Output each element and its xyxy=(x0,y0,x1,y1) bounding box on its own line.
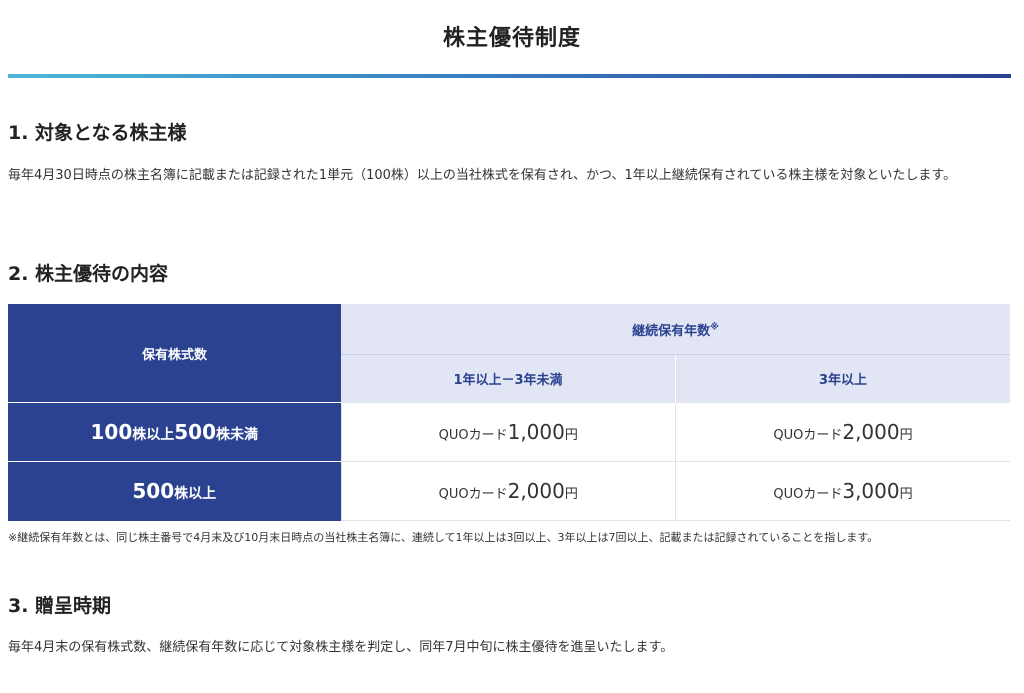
row-label-number: 500 xyxy=(174,420,216,444)
cell-unit: 円 xyxy=(899,427,913,443)
cell-prefix: QUOカード xyxy=(438,427,508,443)
header-holding-years: 継続保有年数※ xyxy=(341,304,1010,356)
table-cell: QUOカード2,000円 xyxy=(340,461,676,521)
table-row: 100株以上500株未満 QUOカード1,000円 QUOカード2,000円 xyxy=(8,402,1010,462)
subheader-3-plus-years: 3年以上 xyxy=(675,354,1010,403)
row-label-unit: 株以上 xyxy=(132,427,175,443)
subheader-1-to-3-years: 1年以上－3年未満 xyxy=(341,354,676,403)
table-row: 500株以上 QUOカード2,000円 QUOカード3,000円 xyxy=(8,461,1010,521)
row-label-100-to-500: 100株以上500株未満 xyxy=(8,402,341,462)
page-title: 株主優待制度 xyxy=(442,26,581,51)
row-label-500-plus: 500株以上 xyxy=(8,461,341,521)
cell-unit: 円 xyxy=(564,427,578,443)
table-header-row: 保有株式数 継続保有年数※ xyxy=(8,304,1010,403)
footnote-mark: ※ xyxy=(710,322,719,333)
section-heading-benefits: 2. 株主優待の内容 xyxy=(8,263,169,285)
eligibility-text: 毎年4月30日時点の株主名簿に記載または記録された1単元（100株）以上の当社株… xyxy=(8,168,957,183)
row-label-number: 500 xyxy=(132,479,175,504)
cell-amount: 3,000 xyxy=(842,479,900,503)
benefit-table: 保有株式数 継続保有年数※ 1年以上－3年未満 3年以上 100株以上500株未… xyxy=(8,304,1010,521)
table-cell: QUOカード1,000円 xyxy=(340,402,676,462)
section-heading-timing: 3. 贈呈時期 xyxy=(8,595,112,617)
footnote: ※継続保有年数とは、同じ株主番号で4月末及び10月末日時点の当社株主名簿に、連続… xyxy=(8,531,879,544)
cell-prefix: QUOカード xyxy=(773,487,843,502)
cell-amount: 2,000 xyxy=(842,419,900,444)
page: 株主優待制度 1. 対象となる株主様 毎年4月30日時点の株主名簿に記載または記… xyxy=(0,0,1024,693)
cell-amount: 2,000 xyxy=(507,479,565,503)
cell-prefix: QUOカード xyxy=(773,427,843,443)
row-label-unit: 株未満 xyxy=(216,427,258,443)
table-cell: QUOカード3,000円 xyxy=(675,461,1010,521)
row-label-unit: 株以上 xyxy=(174,486,217,503)
cell-unit: 円 xyxy=(899,487,913,502)
cell-unit: 円 xyxy=(564,487,578,502)
row-label-number: 100 xyxy=(90,420,133,444)
cell-prefix: QUOカード xyxy=(438,487,508,502)
header-shares-held: 保有株式数 xyxy=(8,304,341,403)
table-cell: QUOカード2,000円 xyxy=(675,402,1010,462)
header-holding-years-label: 継続保有年数 xyxy=(632,323,711,339)
title-underline xyxy=(8,74,1011,78)
timing-text: 毎年4月末の保有株式数、継続保有年数に応じて対象株主様を判定し、同年7月中旬に株… xyxy=(8,640,674,655)
cell-amount: 1,000 xyxy=(507,419,565,444)
section-heading-eligibility: 1. 対象となる株主様 xyxy=(8,122,187,144)
